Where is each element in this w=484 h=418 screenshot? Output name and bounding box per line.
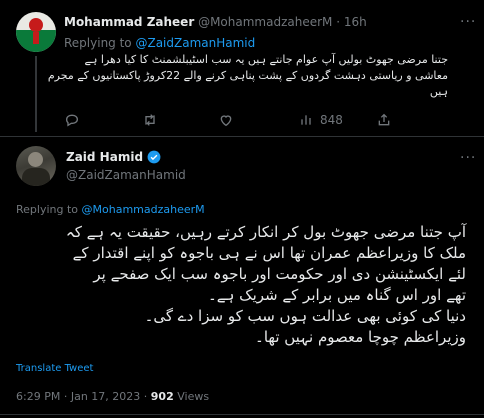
main-text-line: تھے اور اس گناہ میں برابر کے شریک ہے۔ xyxy=(208,286,466,304)
replying-to-label: Replying to xyxy=(64,36,132,50)
bottom-divider xyxy=(0,414,484,415)
main-text-line: آپ جتنا مرضی جھوٹ بول کر انکار کرتے رہیں… xyxy=(65,223,466,241)
dot-separator: · xyxy=(336,15,341,29)
main-text-line: وزیراعظم چوچا معصوم نہیں تھا۔ xyxy=(255,328,466,346)
replying-to-line: Replying to @MohammadzaheerM xyxy=(16,203,205,216)
tweet-time[interactable]: 6:29 PM xyxy=(16,390,60,403)
translate-tweet-link[interactable]: Translate Tweet xyxy=(16,363,93,374)
replying-to-handle[interactable]: @ZaidZamanHamid xyxy=(135,36,255,50)
main-text-line: لئے ایکسٹینشن دی اور حکومت اور باجوہ سب … xyxy=(93,265,466,283)
views-button[interactable]: 848 xyxy=(298,112,343,128)
share-button[interactable] xyxy=(376,112,392,128)
reply-text-line: معاشی و ریاستی دہشت گردوں کے پشت پناہی ک… xyxy=(47,69,448,82)
reply-tweet-header: Mohammad Zaheer @MohammadzaheerM · 16h xyxy=(64,15,367,29)
retweet-button[interactable] xyxy=(142,112,158,128)
main-tweet-text: آپ جتنا مرضی جھوٹ بول کر انکار کرتے رہیں… xyxy=(16,222,466,348)
reply-author-handle[interactable]: @MohammadzaheerM xyxy=(198,15,332,29)
replying-to-handle[interactable]: @MohammadzaheerM xyxy=(82,203,205,216)
dot-separator: · xyxy=(143,390,148,403)
main-author-name-row[interactable]: Zaid Hamid xyxy=(66,150,161,164)
reply-author-name[interactable]: Mohammad Zaheer xyxy=(64,15,194,29)
more-icon[interactable]: ··· xyxy=(460,150,476,166)
tweet-meta: 6:29 PM · Jan 17, 2023 · 902 Views xyxy=(16,390,209,403)
reply-tweet-text: جتنا مرضی جھوٹ بولیں آپ عوام جانتے ہیں ی… xyxy=(48,52,448,100)
reply-time[interactable]: 16h xyxy=(344,15,367,29)
main-text-line: دنیا کی کوئی بھی عدالت ہوں سب کو سزا دے … xyxy=(144,307,466,325)
reply-button[interactable] xyxy=(64,112,80,128)
more-icon[interactable]: ··· xyxy=(460,14,476,30)
retweet-icon xyxy=(145,114,155,126)
thread-line xyxy=(35,56,37,132)
like-button[interactable] xyxy=(218,112,234,128)
replying-to-label: Replying to xyxy=(16,203,79,216)
views-count: 902 xyxy=(150,390,174,403)
avatar-zaid-hamid[interactable] xyxy=(16,146,56,186)
reply-text-line: جتنا مرضی جھوٹ بولیں آپ عوام جانتے ہیں ی… xyxy=(84,53,448,66)
like-icon xyxy=(220,115,232,127)
main-author-handle[interactable]: @ZaidZamanHamid xyxy=(66,168,186,182)
reply-text-line: ہیں xyxy=(429,85,448,98)
reply-icon xyxy=(66,114,78,127)
verified-badge-icon xyxy=(147,150,161,164)
share-icon xyxy=(378,113,390,126)
main-author-name[interactable]: Zaid Hamid xyxy=(66,150,143,164)
replying-to-line: Replying to @ZaidZamanHamid xyxy=(64,36,255,50)
views-label: Views xyxy=(177,390,210,403)
avatar-mohammad-zaheer[interactable] xyxy=(16,12,56,52)
views-count: 848 xyxy=(320,113,343,127)
tweet-divider xyxy=(0,136,484,137)
tweet-date[interactable]: Jan 17, 2023 xyxy=(71,390,140,403)
main-text-line: ملک کا وزیراعظم عمران تھا اس نے ہی باجوہ… xyxy=(72,244,466,262)
views-icon xyxy=(301,115,311,125)
dot-separator: · xyxy=(63,390,68,403)
